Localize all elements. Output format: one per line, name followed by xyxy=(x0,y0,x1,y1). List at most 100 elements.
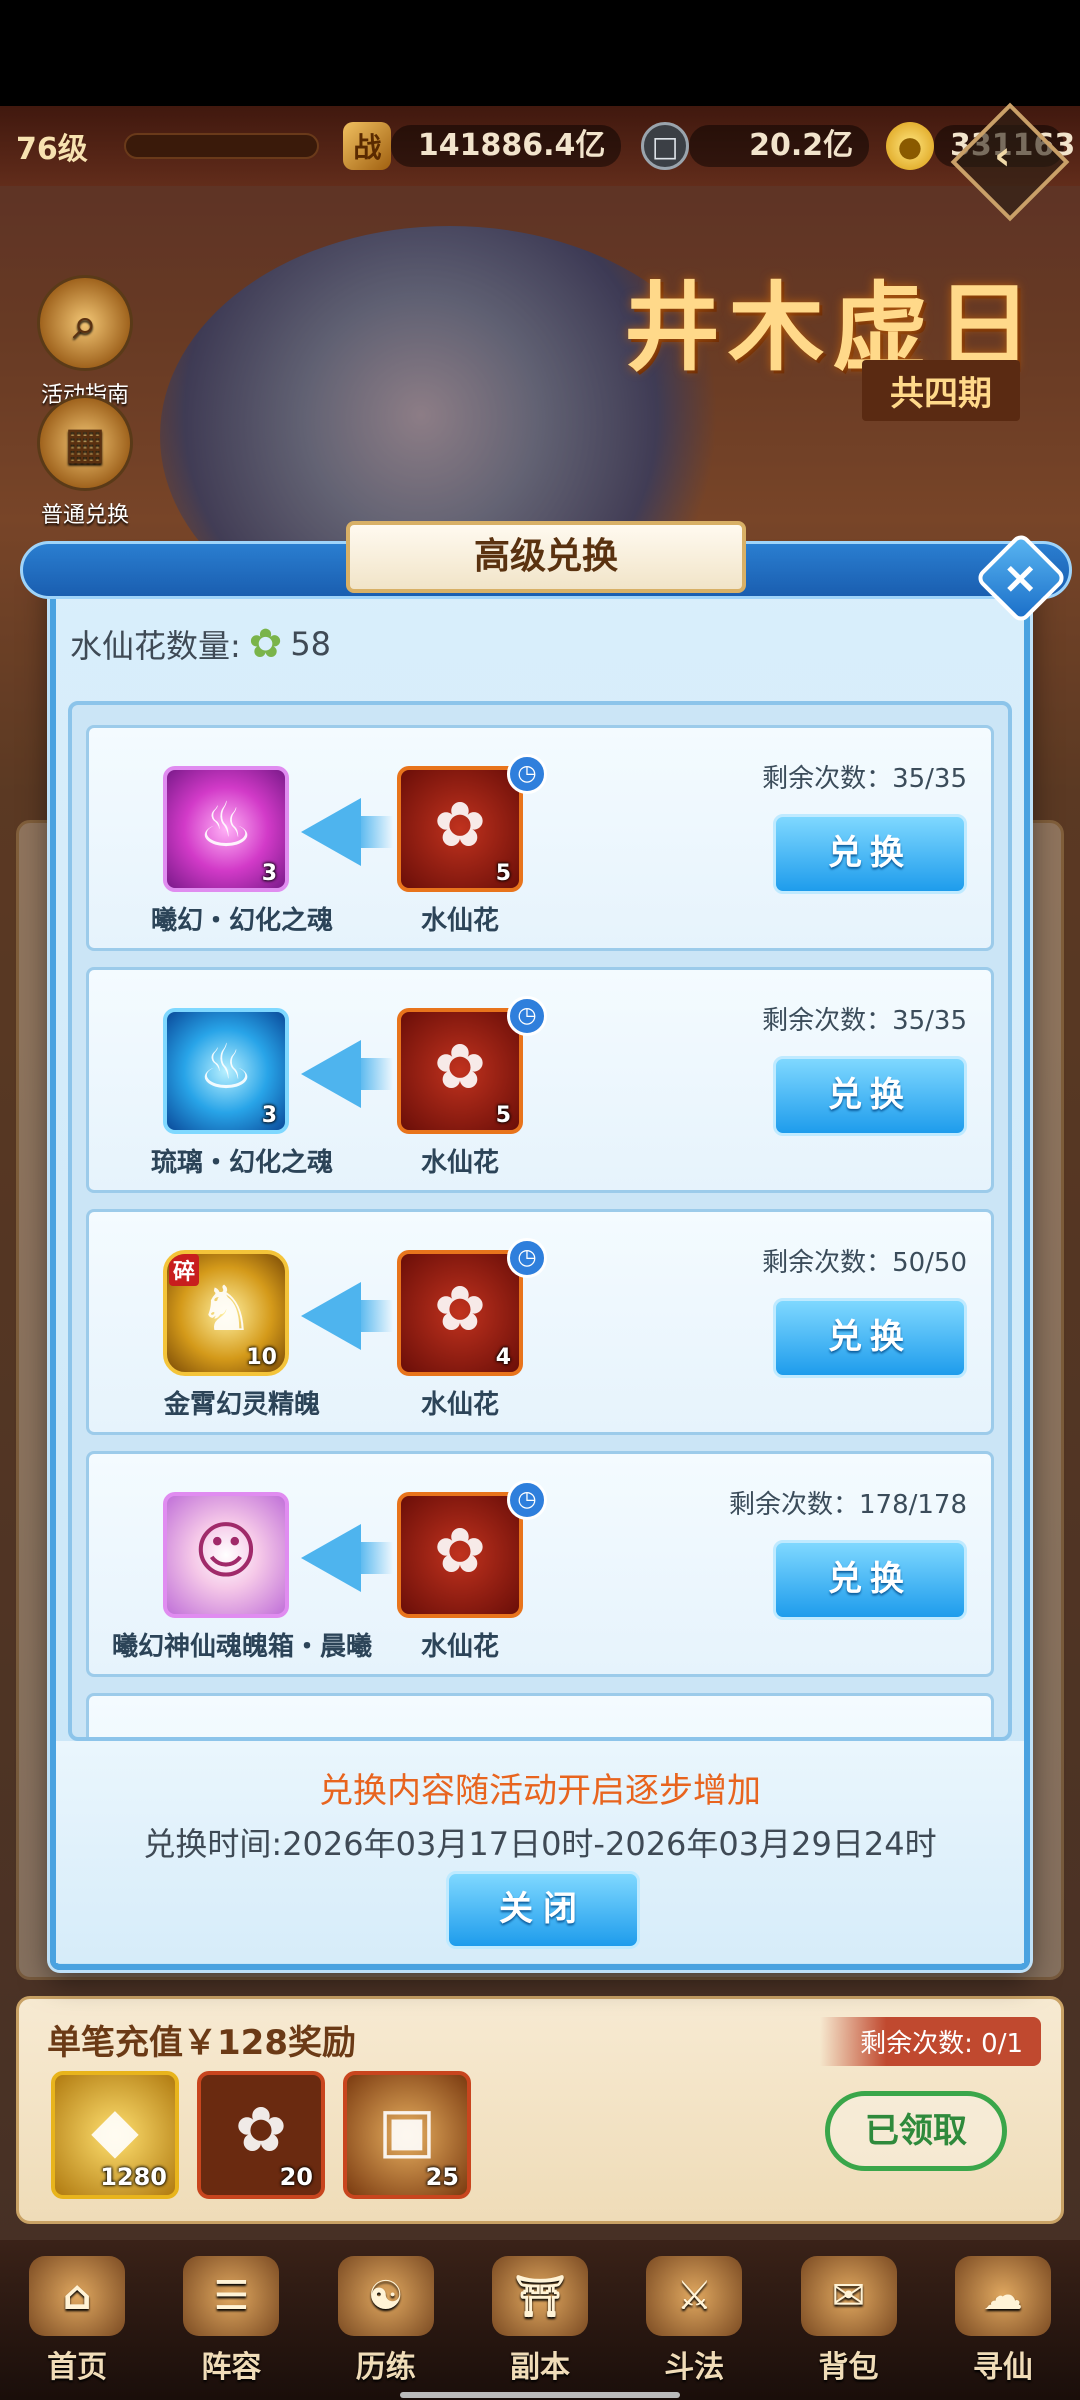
training-icon: ☯ xyxy=(337,2256,434,2336)
coin-value: 20.2亿 xyxy=(689,125,870,167)
narcissus-icon: ✿ xyxy=(434,788,486,861)
bag-icon: ✉ xyxy=(800,2256,897,2336)
exchange-button[interactable]: 兑换 xyxy=(773,1298,967,1378)
reward-count: 20 xyxy=(279,2163,313,2191)
target-name: 琉璃・幻化之魂 xyxy=(150,1148,333,1178)
flower-count-label: 水仙花数量: xyxy=(70,627,241,665)
narcissus-item[interactable]: ✿ xyxy=(397,1492,523,1618)
soul-item[interactable]: ♨ 3 xyxy=(163,766,289,892)
seek-icon: ☁ xyxy=(954,2256,1051,2336)
gold-ingot-reward[interactable]: ◆ 1280 xyxy=(51,2071,179,2199)
flower-count: 水仙花数量: ✿ 58 xyxy=(70,621,331,667)
nav-bag[interactable]: ✉ 背包 xyxy=(779,2256,919,2386)
item-count: 3 xyxy=(261,861,277,886)
reward-remain: 剩余次数: 0/1 xyxy=(820,2017,1041,2066)
nav-home[interactable]: ⌂ 首页 xyxy=(7,2256,147,2386)
magnifier-icon: ⌕ xyxy=(37,275,133,371)
bottom-nav: ⌂ 首页 ☰ 阵容 ☯ 历练 ⛩ 副本 ⚔ 斗法 ✉ 背包 ☁ 寻仙 xyxy=(0,2240,1080,2400)
remain-count: 剩余次数：50/50 xyxy=(762,1248,967,1278)
clock-icon: ◷ xyxy=(507,754,547,794)
nav-label: 阵容 xyxy=(201,2350,262,2385)
dungeon-icon: ⛩ xyxy=(491,2256,588,2336)
gift-icon: ▦ xyxy=(37,395,133,491)
clock-icon: ◷ xyxy=(507,1238,547,1278)
coin-icon: □ xyxy=(641,122,690,170)
power-resource: 战 141886.4亿 xyxy=(343,122,627,170)
exchange-button[interactable]: 兑换 xyxy=(773,1056,967,1136)
home-indicator xyxy=(400,2392,680,2398)
lineup-icon: ☰ xyxy=(183,2256,280,2336)
soul-box-item[interactable]: ☺ xyxy=(163,1492,289,1618)
exchange-row: ☺ ✿ ◷ 曦幻神仙魂魄箱・晨曦 水仙花 剩余次数：178/178 兑换 xyxy=(86,1451,994,1677)
exchange-row: ♞ 碎 10 ✿ 4 ◷ 金霄幻灵精魄 水仙花 剩余次数：50/50 兑换 xyxy=(86,1209,994,1435)
narcissus-item[interactable]: ✿ 5 xyxy=(397,766,523,892)
nav-label: 背包 xyxy=(818,2350,879,2385)
arrow-left-icon xyxy=(301,1040,361,1108)
reward-title: 单笔充值￥128奖励 xyxy=(47,2023,356,2063)
chevron-left-icon: ‹ xyxy=(994,132,1011,179)
cost-name: 水仙花 xyxy=(420,1390,499,1420)
remain-count: 剩余次数：35/35 xyxy=(762,1006,967,1036)
status-bar: 76级 战 141886.4亿 □ 20.2亿 ● 331163 xyxy=(0,106,1080,186)
power-icon: 战 xyxy=(343,122,392,170)
advanced-exchange-dialog: 高级兑换 × 水仙花数量: ✿ 58 ♨ 3 ✿ 5 ◷ 曦幻・幻化之魂 水仙花… xyxy=(20,521,1072,1970)
arrow-tail xyxy=(357,1058,393,1090)
coin-resource: □ 20.2亿 xyxy=(641,122,876,170)
spirit-essence-item[interactable]: ♞ 碎 10 xyxy=(163,1250,289,1376)
event-subtitle: 共四期 xyxy=(862,360,1020,421)
arrow-tail xyxy=(357,1542,393,1574)
purple-flame-icon: ♨ xyxy=(198,788,254,861)
nav-dungeon[interactable]: ⛩ 副本 xyxy=(470,2256,610,2386)
chest-reward[interactable]: ▣ 25 xyxy=(343,2071,471,2199)
item-count: 5 xyxy=(495,1103,511,1128)
reward-count: 1280 xyxy=(100,2163,167,2191)
narcissus-icon: ✿ xyxy=(434,1514,486,1587)
narcissus-item[interactable]: ✿ 4 xyxy=(397,1250,523,1376)
battle-icon: ⚔ xyxy=(646,2256,743,2336)
exchange-button[interactable]: 兑换 xyxy=(773,1540,967,1620)
target-name: 曦幻・幻化之魂 xyxy=(150,906,333,936)
exchange-notice: 兑换内容随活动开启逐步增加 xyxy=(319,1771,761,1811)
cost-name: 水仙花 xyxy=(420,1148,499,1178)
dialog-title: 高级兑换 xyxy=(346,521,746,593)
normal-exchange-button[interactable]: ▦ 普通兑换 xyxy=(30,395,140,529)
nav-label: 斗法 xyxy=(664,2350,725,2385)
gold-ingot-icon: ● xyxy=(885,122,934,170)
nav-training[interactable]: ☯ 历练 xyxy=(316,2256,456,2386)
activity-guide-button[interactable]: ⌕ 活动指南 xyxy=(30,275,140,409)
arrow-left-icon xyxy=(301,1282,361,1350)
target-name: 曦幻神仙魂魄箱・晨曦 xyxy=(111,1632,372,1662)
item-count: 4 xyxy=(495,1345,511,1370)
xp-bar xyxy=(123,133,320,159)
soul-item[interactable]: ♨ 3 xyxy=(163,1008,289,1134)
blue-flame-icon: ♨ xyxy=(198,1030,254,1103)
item-count: 5 xyxy=(495,861,511,886)
narcissus-item[interactable]: ✿ 5 xyxy=(397,1008,523,1134)
power-value: 141886.4亿 xyxy=(391,125,622,167)
nav-seek[interactable]: ☁ 寻仙 xyxy=(933,2256,1073,2386)
shard-tag: 碎 xyxy=(169,1254,200,1286)
arrow-left-icon xyxy=(301,1524,361,1592)
home-icon: ⌂ xyxy=(29,2256,126,2336)
exchange-time: 兑换时间:2026年03月17日0时-2026年03月29日24时 xyxy=(143,1825,937,1863)
nav-label: 寻仙 xyxy=(972,2350,1033,2385)
dialog-footer: 兑换内容随活动开启逐步增加 兑换时间:2026年03月17日0时-2026年03… xyxy=(56,1741,1024,1963)
cost-name: 水仙花 xyxy=(420,906,499,936)
narcissus-icon: ✿ xyxy=(248,621,283,667)
recharge-reward-panel: 单笔充值￥128奖励 剩余次数: 0/1 ◆ 1280 ✿ 20 ▣ 25 已领… xyxy=(16,1996,1064,2224)
close-icon: × xyxy=(1001,552,1039,604)
item-count: 3 xyxy=(261,1103,277,1128)
claimed-badge: 已领取 xyxy=(825,2091,1007,2171)
normal-exchange-label: 普通兑换 xyxy=(40,503,129,528)
exchange-button[interactable]: 兑换 xyxy=(773,814,967,894)
narcissus-reward[interactable]: ✿ 20 xyxy=(197,2071,325,2199)
arrow-tail xyxy=(357,816,393,848)
exchange-list[interactable]: ♨ 3 ✿ 5 ◷ 曦幻・幻化之魂 水仙花 剩余次数：35/35 兑换 ♨ 3 xyxy=(68,701,1012,1741)
treasure-chest-icon: ▣ xyxy=(377,2093,437,2166)
exchange-row: ♨ 3 ✿ 5 ◷ 琉璃・幻化之魂 水仙花 剩余次数：35/35 兑换 xyxy=(86,967,994,1193)
cost-name: 水仙花 xyxy=(420,1632,499,1662)
nav-battle[interactable]: ⚔ 斗法 xyxy=(624,2256,764,2386)
close-dialog-button[interactable]: 关闭 xyxy=(446,1871,640,1949)
remain-count: 剩余次数：178/178 xyxy=(728,1490,967,1520)
nav-lineup[interactable]: ☰ 阵容 xyxy=(161,2256,301,2386)
